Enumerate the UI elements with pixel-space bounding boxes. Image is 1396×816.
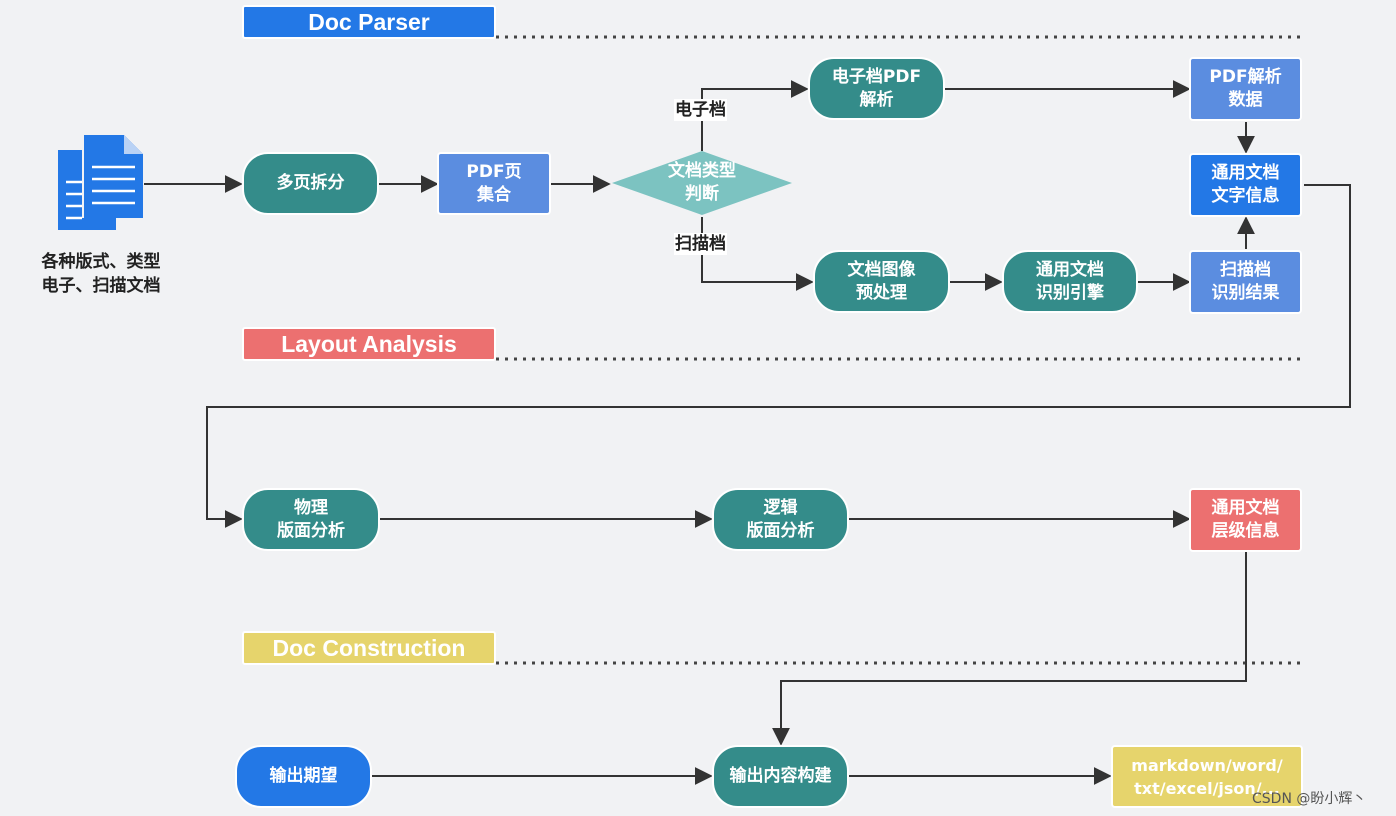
node-scan-result: 扫描档 识别结果 [1189,250,1302,314]
document-stack-icon [58,135,143,230]
node-recognition-engine: 通用文档 识别引擎 [1002,250,1138,313]
node-output-build: 输出内容构建 [712,745,849,808]
branch-label-electronic: 电子档 [674,99,727,121]
node-physical-layout: 物理 版面分析 [242,488,380,551]
watermark: CSDN @盼小辉丶 [1252,791,1367,807]
node-multi-page-split: 多页拆分 [242,152,379,215]
connector-layer [58,35,1351,785]
edge-hierarchy-to-build [772,552,1247,746]
node-image-preprocess: 文档图像 预处理 [813,250,950,313]
node-pdf-page-set: PDF页 集合 [437,152,551,215]
node-general-text-info: 通用文档 文字信息 [1189,153,1302,217]
section-layout-analysis: Layout Analysis [242,327,496,361]
node-electronic-pdf-parse: 电子档PDF 解析 [808,57,945,120]
input-caption: 各种版式、类型 电子、扫描文档 [41,252,161,296]
node-doc-type-decision: 文档类型 判断 [668,161,736,204]
node-output-expectation: 输出期望 [235,745,372,808]
section-doc-parser: Doc Parser [242,5,496,39]
branch-label-scanned: 扫描档 [674,233,727,255]
node-hierarchy-info: 通用文档 层级信息 [1189,488,1302,552]
section-doc-construction: Doc Construction [242,631,496,665]
node-logical-layout: 逻辑 版面分析 [712,488,849,551]
node-pdf-parse-data: PDF解析 数据 [1189,57,1302,121]
